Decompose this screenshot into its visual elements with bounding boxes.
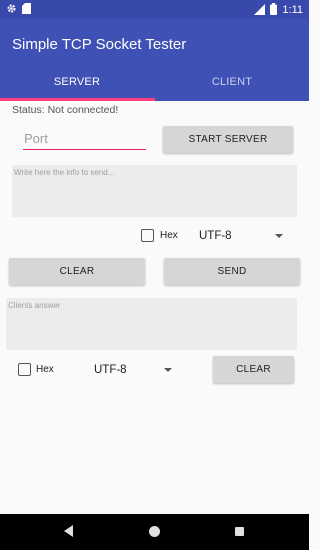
connection-status: Status: Not connected! (12, 104, 119, 116)
app-bar: Simple TCP Socket Tester SERVER CLIENT (0, 19, 309, 101)
tab-client[interactable]: CLIENT (155, 76, 309, 88)
navigation-bar (0, 514, 309, 550)
send-encoding-select[interactable]: UTF-8 (199, 229, 285, 243)
answer-encoding-select[interactable]: UTF-8 (94, 363, 174, 377)
clients-answer-area[interactable] (6, 298, 297, 350)
chevron-down-icon (275, 234, 283, 238)
tab-server[interactable]: SERVER (0, 76, 154, 88)
send-encoding-value: UTF-8 (199, 230, 232, 242)
clear-answer-button[interactable]: CLEAR (213, 356, 294, 383)
gear-icon (6, 3, 17, 17)
home-icon[interactable] (149, 526, 160, 537)
port-input[interactable] (23, 128, 146, 150)
chevron-down-icon (164, 368, 172, 372)
send-hex-label: Hex (160, 230, 178, 241)
battery-icon (270, 3, 278, 18)
answer-hex-checkbox[interactable] (18, 363, 31, 376)
message-input[interactable] (12, 165, 297, 217)
clear-message-button[interactable]: CLEAR (9, 258, 145, 285)
tab-indicator (0, 98, 155, 101)
send-hex-checkbox[interactable] (141, 229, 154, 242)
answer-encoding-value: UTF-8 (94, 364, 127, 376)
status-bar: 1:11 (0, 0, 309, 19)
clock: 1:11 (282, 4, 303, 16)
start-server-button[interactable]: START SERVER (163, 126, 293, 153)
back-icon[interactable] (64, 525, 73, 537)
answer-hex-label: Hex (36, 364, 54, 375)
recent-apps-icon[interactable] (235, 527, 244, 536)
send-button[interactable]: SEND (164, 258, 300, 285)
app-title: Simple TCP Socket Tester (12, 36, 187, 53)
signal-icon (254, 3, 266, 18)
sd-card-icon (22, 3, 31, 17)
